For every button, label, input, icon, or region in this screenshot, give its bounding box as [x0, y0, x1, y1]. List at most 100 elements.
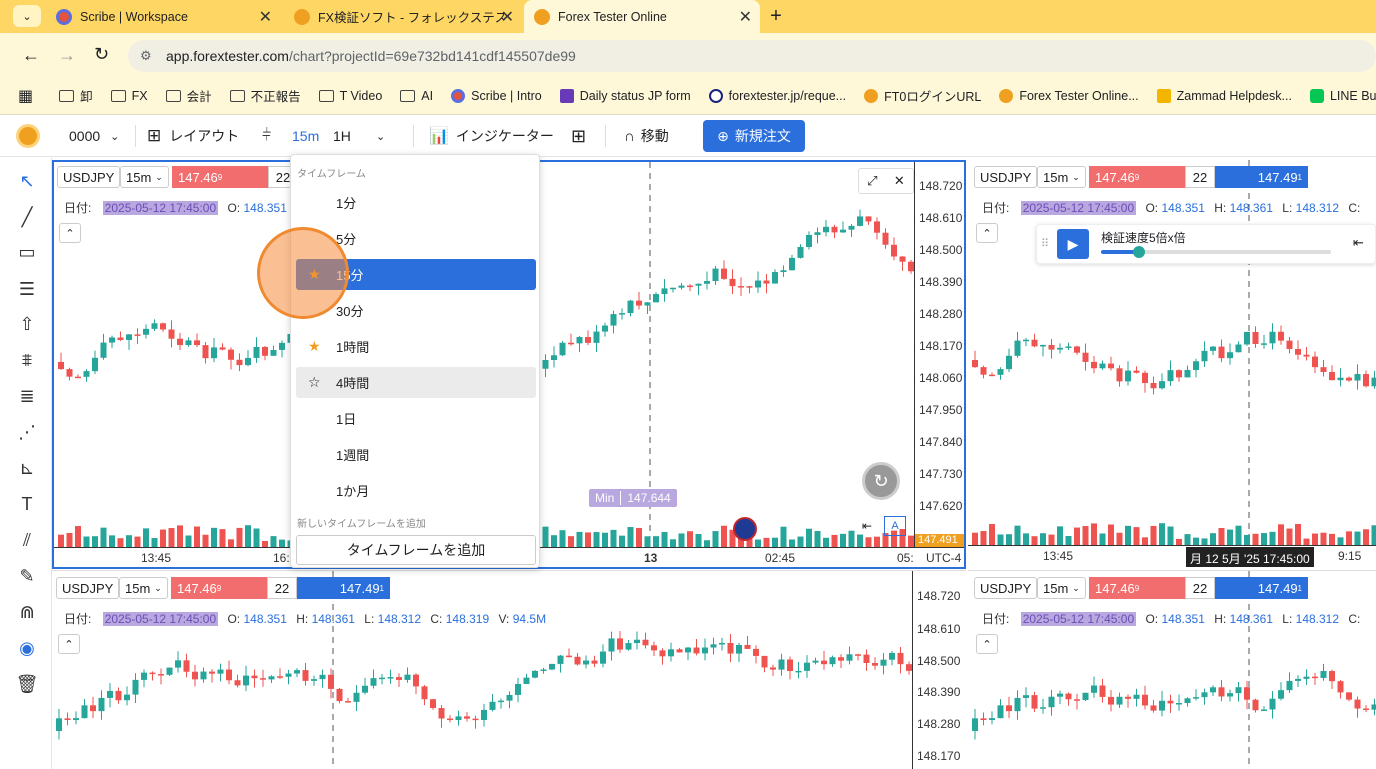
cursor-icon[interactable]: ↖ [16, 170, 38, 192]
timeframe-menu-chevron[interactable]: ⌄ [376, 115, 385, 157]
reload-icon[interactable]: ↻ [94, 44, 109, 65]
layout-button[interactable]: ⊞ レイアウト [147, 115, 239, 157]
symbol-select[interactable]: USDJPY [974, 577, 1038, 599]
candlestick-chart[interactable] [52, 571, 912, 769]
speed-slider[interactable] [1101, 246, 1331, 258]
eye-icon[interactable]: ◉ [16, 637, 38, 659]
play-button[interactable]: ▶ [1057, 229, 1089, 259]
tab-search-button[interactable]: ⌄ [13, 5, 41, 27]
buy-button[interactable]: 147.49 1 [1215, 577, 1308, 599]
trendline-icon[interactable]: ╱ [16, 206, 38, 228]
brush-multi-icon[interactable]: ⫽ [16, 529, 38, 551]
collapse-player-icon[interactable]: ⇤ [1353, 235, 1364, 251]
timeframe-select[interactable]: 15m ⌄ [119, 577, 168, 599]
timeframe-option[interactable]: 1週間 [296, 439, 536, 470]
timezone-label[interactable]: UTC-4 [926, 551, 961, 565]
chart-pane-bottom-left[interactable]: 148.720 148.610 148.500 148.390 148.280 … [52, 570, 966, 769]
fib-icon[interactable]: ☰ [16, 278, 38, 300]
back-icon[interactable]: ← [22, 45, 40, 66]
forward-icon[interactable]: → [58, 45, 76, 66]
sell-button[interactable]: 147.46 9 [172, 166, 268, 188]
magnet-icon[interactable]: ⋒ [16, 601, 38, 623]
timeframe-option[interactable]: 1日 [296, 403, 536, 434]
price-axis[interactable]: 148.720 148.610 148.500 148.390 148.280 … [912, 571, 966, 769]
drag-handle-icon[interactable]: ⠿ [1041, 237, 1049, 250]
symbol-select[interactable]: USDJPY [56, 577, 120, 599]
bookmark-folder[interactable]: FX [110, 89, 148, 103]
buy-button[interactable]: 147.49 1 [297, 577, 390, 599]
bookmark-link[interactable]: Forex Tester Online... [999, 88, 1139, 103]
bookmark-link[interactable]: Zammad Helpdesk... [1156, 88, 1292, 103]
close-icon[interactable]: ✕ [501, 7, 514, 27]
collapse-button[interactable]: ⌃ [58, 634, 80, 654]
templates-icon[interactable]: ⊞ [571, 115, 586, 157]
auto-scale-icon[interactable]: A [884, 516, 906, 536]
bookmark-folder[interactable]: 不正報告 [229, 86, 301, 105]
chart-pane-top-right[interactable]: USDJPY 15m ⌄ 147.46 9 22 147.49 1 日付: 2025-… [968, 160, 1376, 569]
star-icon[interactable]: ☆ [308, 374, 321, 391]
indicator-button[interactable]: 📊 インジケーター [429, 115, 554, 157]
quantity-field[interactable]: 22 [1185, 577, 1215, 599]
bookmark-folder[interactable]: 卸 [59, 86, 93, 105]
price-axis[interactable]: 148.720 148.610 148.500 148.390 148.280 … [914, 162, 964, 547]
timeframe-option[interactable]: 1分 [296, 187, 536, 218]
candle-type-icon[interactable]: ⫩ [262, 115, 271, 157]
pattern-icon[interactable]: ⋰ [16, 421, 38, 443]
timeframe-select[interactable]: 15m ⌄ [1037, 166, 1086, 188]
replay-icon[interactable]: ↻ [862, 462, 900, 500]
close-icon[interactable]: ✕ [259, 7, 272, 27]
bookmark-folder[interactable]: 会計 [165, 86, 212, 105]
timeframe-15m[interactable]: 15m [292, 115, 319, 157]
symbol-select[interactable]: USDJPY [57, 166, 121, 188]
time-axis[interactable]: 13:45 9:15 月 12 5月 '25 17:45:00 [968, 545, 1376, 567]
collapse-button[interactable]: ⌃ [976, 634, 998, 654]
tab-forex-tester-online[interactable]: Forex Tester Online ✕ [524, 0, 760, 33]
move-button[interactable]: ∩ 移動 [624, 115, 669, 157]
timeframe-option[interactable]: 1か月 [296, 475, 536, 506]
scale-toggle-icon[interactable]: ⇤ [856, 516, 878, 536]
bookmark-folder[interactable]: AI [400, 89, 433, 103]
sell-button[interactable]: 147.46 9 [171, 577, 267, 599]
new-order-button[interactable]: ⊕ 新規注文 [703, 120, 805, 152]
symbol-select[interactable]: USDJPY [974, 166, 1038, 188]
buy-button[interactable]: 147.49 1 [1215, 166, 1308, 188]
timeframe-select[interactable]: 15m ⌄ [1037, 577, 1086, 599]
tab-fx-soft[interactable]: FX検証ソフト - フォレックステスター ✕ [284, 0, 522, 33]
bookmark-folder[interactable]: T Video [318, 89, 382, 103]
collapse-button[interactable]: ⌃ [59, 223, 81, 243]
quantity-field[interactable]: 22 [267, 577, 297, 599]
candlestick-chart[interactable] [968, 160, 1376, 545]
timeframe-select[interactable]: 15m ⌄ [120, 166, 169, 188]
timeframe-option[interactable]: ★ 1時間 [296, 331, 536, 362]
site-info-icon[interactable]: ⚙ [140, 48, 152, 64]
bookmark-link[interactable]: Scribe | Intro [451, 88, 542, 103]
add-timeframe-button[interactable]: タイムフレームを追加 [296, 535, 536, 565]
text-icon[interactable]: T [16, 493, 38, 515]
close-icon[interactable]: ✕ [894, 173, 905, 189]
channel-icon[interactable]: ≣ [16, 385, 38, 407]
collapse-button[interactable]: ⌃ [976, 223, 998, 243]
chart-pane-bottom-right[interactable]: USDJPY 15m ⌄ 147.46 9 22 147.49 1 日付: 2025-… [968, 570, 1376, 769]
bookmark-link[interactable]: LINE Busin [1309, 88, 1376, 103]
bookmark-link[interactable]: FT0ログインURL [864, 86, 981, 105]
close-icon[interactable]: ✕ [739, 7, 752, 27]
quantity-field[interactable]: 22 [1185, 166, 1215, 188]
replay-player[interactable]: ⠿ ▶ 検証速度5倍x倍 ⇤ [1036, 224, 1376, 264]
star-icon[interactable]: ★ [308, 338, 321, 355]
candlestick-chart[interactable] [968, 571, 1376, 769]
apps-icon[interactable]: ▦ [18, 86, 33, 106]
rectangle-icon[interactable]: ▭ [16, 241, 38, 263]
bookmark-link[interactable]: Daily status JP form [559, 88, 691, 103]
sell-button[interactable]: 147.46 9 [1089, 577, 1185, 599]
timeframe-option[interactable]: ☆ 4時間 [296, 367, 536, 398]
arrow-up-icon[interactable]: ⇧ [16, 313, 38, 335]
bookmark-link[interactable]: forextester.jp/reque... [708, 88, 846, 103]
tab-scribe[interactable]: Scribe | Workspace ✕ [46, 0, 280, 33]
timeframe-1h[interactable]: 1H [333, 115, 351, 157]
url-field[interactable]: ⚙ app.forextester.com/chart?projectId=69… [128, 40, 1376, 72]
account-select[interactable]: 0000 ⌄ [69, 115, 119, 157]
new-tab-button[interactable]: + [766, 4, 786, 28]
maximize-button[interactable]: ⤢ ✕ [858, 168, 914, 194]
fib-fan-icon[interactable]: ⩨ [16, 349, 38, 371]
measure-icon[interactable]: ⊾ [16, 457, 38, 479]
